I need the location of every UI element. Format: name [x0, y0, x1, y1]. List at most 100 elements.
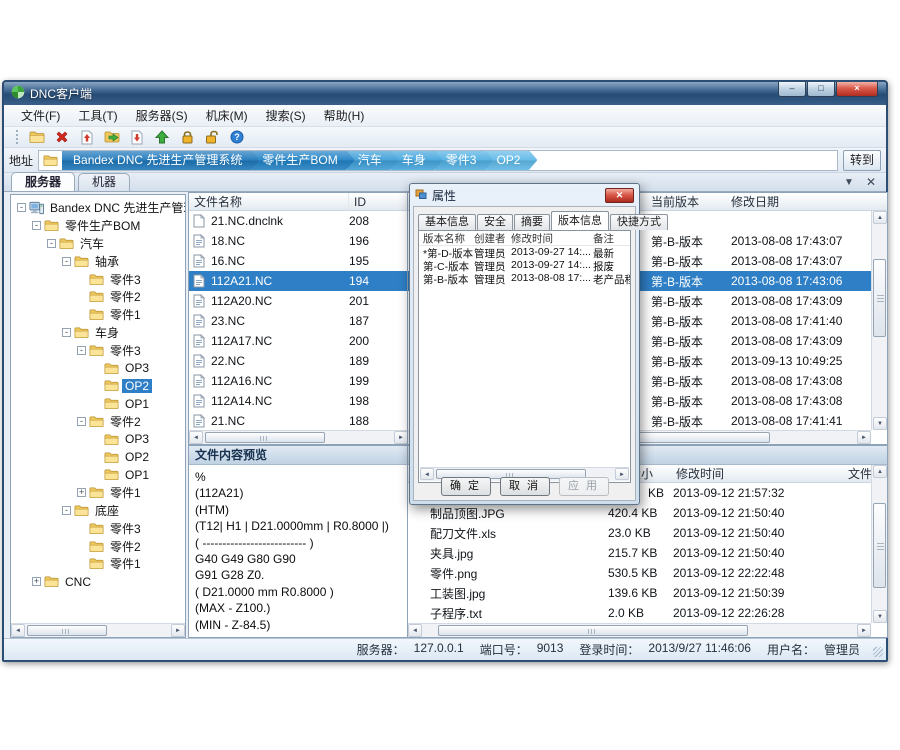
scroll-left-icon[interactable]: ◄	[408, 624, 422, 637]
menu-item[interactable]: 帮助(H)	[315, 104, 374, 127]
scroll-down-icon[interactable]: ▼	[873, 610, 887, 623]
address-box[interactable]: Bandex DNC 先进生产管理系统零件生产BOM汽车车身零件3OP2	[38, 150, 838, 171]
tree-expander-icon[interactable]	[92, 435, 101, 444]
menu-item[interactable]: 机床(M)	[197, 104, 257, 127]
menu-item[interactable]: 搜索(S)	[257, 104, 315, 127]
tree-item[interactable]: +CNC	[11, 573, 185, 591]
tree-expander-icon[interactable]	[77, 275, 86, 284]
tree-item[interactable]: +零件1	[11, 484, 185, 502]
tree-expander-icon[interactable]	[77, 542, 86, 551]
attachment-row[interactable]: 零件.png530.5 KB2013-09-12 22:22:48	[408, 563, 871, 583]
tree-item[interactable]: 零件2	[11, 537, 185, 555]
file-row[interactable]: 112A14.NC198	[189, 391, 408, 411]
column-file-name[interactable]: 文件名称	[189, 193, 349, 211]
scroll-down-icon[interactable]: ▼	[873, 417, 887, 430]
help-icon[interactable]: ?	[228, 129, 246, 146]
tree-item[interactable]: 零件2	[11, 288, 185, 306]
dialog-close-button[interactable]: ✕	[605, 188, 634, 203]
cancel-button[interactable]: 取 消	[500, 477, 550, 496]
tree-expander-icon[interactable]	[77, 524, 86, 533]
dialog-version-row[interactable]: 第-B-版本管理员2013-08-08 17:...老产品程序	[419, 272, 630, 285]
dialog-tab-版本信息[interactable]: 版本信息	[551, 211, 609, 230]
scroll-up-icon[interactable]: ▲	[873, 211, 887, 224]
tree-expander-icon[interactable]: +	[32, 577, 41, 586]
upload-icon[interactable]	[153, 129, 171, 146]
scroll-thumb[interactable]	[873, 503, 886, 588]
dialog-title-bar[interactable]: 属性 ✕	[410, 184, 639, 206]
tree-expander-icon[interactable]: -	[62, 257, 71, 266]
tree-expander-icon[interactable]	[92, 364, 101, 373]
title-bar[interactable]: DNC客户端 – □ ×	[4, 82, 886, 105]
tree-item[interactable]: OP3	[11, 430, 185, 448]
dialog-version-row[interactable]: 第-C-版本管理员2013-09-27 14:...报废	[419, 259, 630, 272]
tree-item[interactable]: OP3	[11, 359, 185, 377]
breadcrumb-segment[interactable]: 零件生产BOM	[251, 150, 354, 171]
attachment-row[interactable]: 配刀文件.xls23.0 KB2013-09-12 21:50:40	[408, 523, 871, 543]
tab-server[interactable]: 服务器	[11, 172, 75, 191]
tree-expander-icon[interactable]: -	[62, 506, 71, 515]
tree-item[interactable]: 零件3	[11, 270, 185, 288]
file-row[interactable]: 112A16.NC199	[189, 371, 408, 391]
column-version-name[interactable]: 版本名称	[423, 231, 465, 246]
tree-item[interactable]: OP1	[11, 395, 185, 413]
breadcrumb-segment[interactable]: 零件3	[435, 150, 494, 171]
tree-expander-icon[interactable]	[77, 310, 86, 319]
column-id[interactable]: ID	[349, 193, 408, 211]
scroll-right-icon[interactable]: ►	[171, 624, 185, 637]
tree-expander-icon[interactable]: -	[77, 346, 86, 355]
menu-item[interactable]: 文件(F)	[12, 104, 69, 127]
tree-item[interactable]: -零件生产BOM	[11, 217, 185, 235]
new-folder-icon[interactable]	[28, 129, 46, 146]
column-current-version[interactable]: 当前版本	[646, 193, 726, 211]
lock-icon[interactable]	[178, 129, 196, 146]
tree-expander-icon[interactable]	[92, 453, 101, 462]
tree-item[interactable]: OP2	[11, 377, 185, 395]
attachment-row[interactable]: 子程序.txt2.0 KB2013-09-12 22:26:28	[408, 603, 871, 623]
tree-item[interactable]: -零件3	[11, 341, 185, 359]
tree-item[interactable]: 零件3	[11, 519, 185, 537]
tree-expander-icon[interactable]	[92, 381, 101, 390]
tree-expander-icon[interactable]	[77, 292, 86, 301]
tree-expander-icon[interactable]: -	[32, 221, 41, 230]
file-row[interactable]: 112A20.NC201	[189, 291, 408, 311]
attachment-row[interactable]: 工装图.jpg139.6 KB2013-09-12 21:50:39	[408, 583, 871, 603]
scroll-thumb[interactable]	[438, 625, 748, 636]
minimize-button[interactable]: –	[778, 82, 806, 97]
file-row[interactable]: 112A17.NC200	[189, 331, 408, 351]
panel-close-icon[interactable]: ✕	[866, 175, 876, 189]
tree-item[interactable]: OP1	[11, 466, 185, 484]
column-creator[interactable]: 创建者	[474, 231, 506, 246]
tree-item[interactable]: OP2	[11, 448, 185, 466]
scroll-right-icon[interactable]: ►	[857, 624, 871, 637]
checkin-file-icon[interactable]	[78, 129, 96, 146]
delete-icon[interactable]	[53, 129, 71, 146]
attachment-row[interactable]: 夹具.jpg215.7 KB2013-09-12 21:50:40	[408, 543, 871, 563]
tab-machine[interactable]: 机器	[78, 173, 130, 191]
file-row[interactable]: 23.NC187	[189, 311, 408, 331]
tree-expander-icon[interactable]: -	[77, 417, 86, 426]
file-row[interactable]: 21.NC188	[189, 411, 408, 431]
checkout-file-icon[interactable]	[128, 129, 146, 146]
maximize-button[interactable]: □	[807, 82, 835, 97]
menu-item[interactable]: 工具(T)	[69, 104, 126, 127]
tree-item[interactable]: -车身	[11, 324, 185, 342]
scroll-left-icon[interactable]: ◄	[11, 624, 25, 637]
attachment-row[interactable]: 制品顶图.JPG420.4 KB2013-09-12 21:50:40	[408, 503, 871, 523]
tree-item[interactable]: 零件1	[11, 306, 185, 324]
send-to-folder-icon[interactable]	[103, 129, 121, 146]
tree-expander-icon[interactable]	[92, 399, 101, 408]
scroll-thumb[interactable]	[27, 625, 107, 636]
column-modified-date[interactable]: 修改日期	[726, 193, 866, 211]
dialog-tab-基本信息[interactable]: 基本信息	[418, 214, 476, 230]
scroll-thumb[interactable]	[873, 259, 886, 337]
scroll-up-icon[interactable]: ▲	[873, 465, 887, 478]
unlock-icon[interactable]	[203, 129, 221, 146]
tree-expander-icon[interactable]: -	[62, 328, 71, 337]
scroll-right-icon[interactable]: ►	[857, 431, 871, 444]
close-button[interactable]: ×	[836, 82, 878, 97]
tree-expander-icon[interactable]	[77, 559, 86, 568]
column-note[interactable]: 备注	[593, 231, 614, 246]
tree-expander-icon[interactable]: +	[77, 488, 86, 497]
tree-item[interactable]: -轴承	[11, 252, 185, 270]
tree-expander-icon[interactable]: -	[47, 239, 56, 248]
